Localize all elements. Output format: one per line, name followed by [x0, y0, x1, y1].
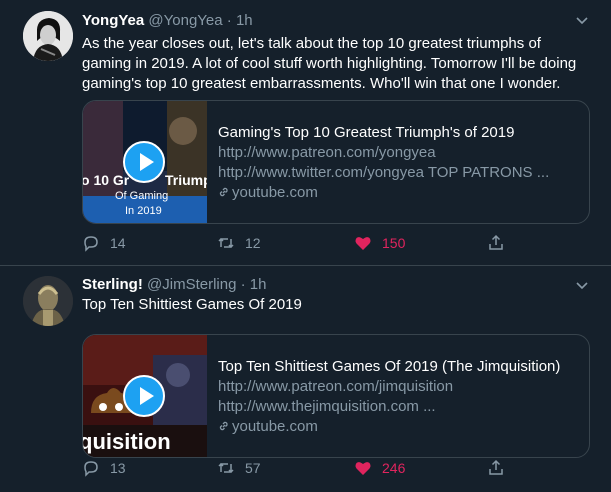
tweet-text: As the year closes out, let's talk about… [82, 35, 577, 92]
tweet-text: Top Ten Shittiest Games Of 2019 [82, 296, 302, 313]
card-thumbnail: o 10 Gr Triump Of Gaming In 2019 [83, 101, 207, 223]
avatar[interactable] [23, 11, 73, 61]
card-thumbnail: quisition [83, 335, 207, 457]
card-description-line: http://www.thejimquisition.com ... [218, 398, 436, 415]
retweet-count: 57 [245, 460, 261, 476]
reply-button[interactable]: 13 [82, 459, 126, 477]
like-button[interactable]: 150 [354, 234, 405, 252]
tweet[interactable]: YongYea @YongYea · 1h As the year closes… [0, 0, 611, 266]
timestamp[interactable]: 1h [250, 276, 267, 293]
retweet-icon [218, 237, 234, 249]
like-button[interactable]: 246 [354, 459, 405, 477]
retweet-icon [218, 462, 234, 474]
card-description-line: http://www.patreon.com/jimquisition [218, 378, 454, 395]
handle[interactable]: @JimSterling [147, 276, 236, 293]
card-domain: youtube.com [232, 418, 318, 435]
retweet-button[interactable]: 57 [217, 459, 261, 477]
reply-icon [84, 461, 98, 477]
thumb-text: In 2019 [125, 205, 162, 217]
tweet[interactable]: Sterling! @JimSterling · 1h Top Ten Shit… [0, 266, 611, 492]
share-icon [489, 459, 503, 475]
share-icon [489, 234, 503, 250]
display-name[interactable]: YongYea [82, 12, 144, 29]
heart-icon [355, 237, 371, 250]
tweet-actions: 14 12 150 [82, 234, 602, 254]
thumb-text: Triump [165, 172, 207, 188]
card-description-line: http://www.patreon.com/yongyea [218, 144, 436, 161]
like-count: 150 [382, 235, 406, 251]
share-button[interactable] [487, 234, 515, 252]
card-description-line: http://www.twitter.com/yongyea TOP PATRO… [218, 164, 550, 181]
separator-dot: · [240, 276, 246, 293]
share-button[interactable] [487, 459, 515, 477]
chevron-down-icon[interactable] [575, 279, 589, 293]
tweet-actions: 13 57 246 [82, 459, 602, 479]
reply-button[interactable]: 14 [82, 234, 126, 252]
retweet-count: 12 [245, 235, 261, 251]
chevron-down-icon[interactable] [575, 14, 589, 28]
reply-icon [84, 236, 98, 252]
separator-dot: · [226, 12, 232, 29]
link-icon [219, 421, 228, 431]
link-icon [219, 187, 228, 197]
play-icon[interactable] [123, 141, 165, 183]
timestamp[interactable]: 1h [236, 12, 253, 29]
heart-icon [355, 462, 371, 475]
card-title: Top Ten Shittiest Games Of 2019 (The Jim… [218, 358, 561, 375]
display-name[interactable]: Sterling! [82, 276, 143, 293]
avatar[interactable] [23, 276, 73, 326]
link-card[interactable]: quisition Top Ten Shittiest Games Of 201… [82, 334, 590, 458]
thumb-text: quisition [83, 429, 171, 454]
reply-count: 13 [110, 460, 126, 476]
thumb-text: o 10 Gr [83, 172, 130, 188]
card-domain: youtube.com [232, 184, 318, 201]
handle[interactable]: @YongYea [148, 12, 222, 29]
retweet-button[interactable]: 12 [217, 234, 261, 252]
thumb-text: Of Gaming [115, 190, 168, 202]
card-title: Gaming's Top 10 Greatest Triumph's of 20… [218, 124, 515, 141]
reply-count: 14 [110, 235, 126, 251]
play-icon[interactable] [123, 375, 165, 417]
like-count: 246 [382, 460, 406, 476]
link-card[interactable]: o 10 Gr Triump Of Gaming In 2019 Gaming'… [82, 100, 590, 224]
